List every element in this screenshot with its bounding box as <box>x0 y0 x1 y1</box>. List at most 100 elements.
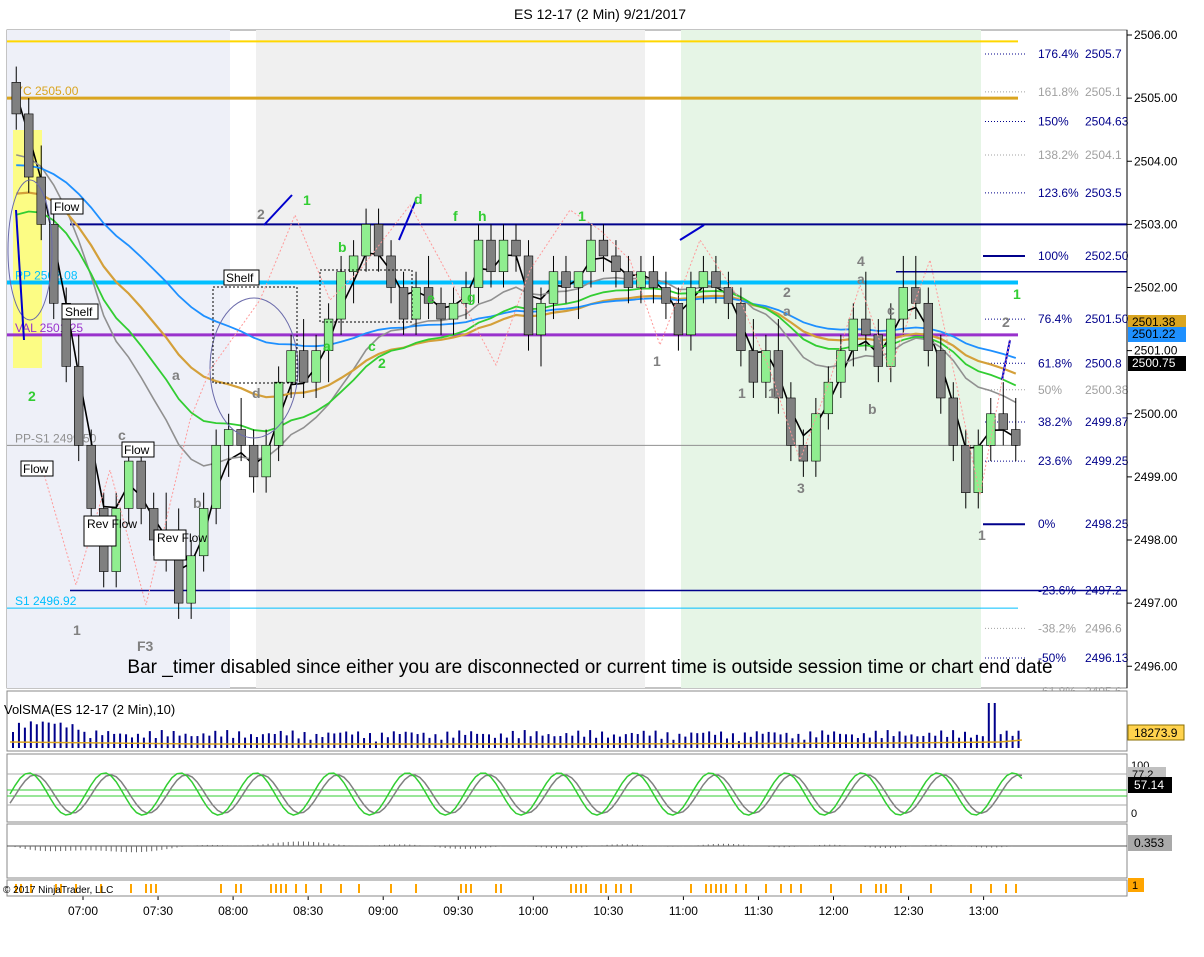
fib-price-2: 2504.63 <box>1085 114 1129 128</box>
volume-bar-141 <box>850 734 853 748</box>
event-tick-40 <box>705 884 707 893</box>
event-tick-25 <box>460 884 462 893</box>
candle-body-56 <box>711 271 721 288</box>
wave-1-green-2: 1 <box>578 208 586 224</box>
volume-bar-107 <box>648 735 651 748</box>
volume-bar-94 <box>571 735 574 748</box>
wave-1-green-3: 1 <box>1013 286 1021 302</box>
y-tick-label-7: 2499.00 <box>1134 470 1178 484</box>
candle-body-45 <box>573 271 584 288</box>
volume-bar-57 <box>351 734 354 748</box>
candle-body-57 <box>723 287 734 304</box>
volume-bar-105 <box>636 734 639 748</box>
wave-label-b-2: b <box>868 401 877 417</box>
flow-label-3: Flow <box>23 462 49 476</box>
event-tick-16 <box>280 884 282 893</box>
fib-pct-2: 150% <box>1038 114 1069 128</box>
volume-bar-90 <box>547 734 550 748</box>
volume-bar-110 <box>666 732 669 748</box>
volume-bar-168 <box>1011 735 1014 748</box>
wave-1-gray-3: 1 <box>738 385 746 401</box>
candle-body-50 <box>636 271 646 288</box>
y-tick-label-10: 2496.00 <box>1134 659 1178 673</box>
wave-2-green-2: 2 <box>378 355 386 371</box>
candle-body-21 <box>273 381 284 446</box>
volume-bar-95 <box>577 730 580 748</box>
event-tick-61 <box>1015 884 1017 893</box>
volume-bar-134 <box>809 731 812 748</box>
candle-body-68 <box>861 318 871 336</box>
candle-body-37 <box>473 239 484 288</box>
volume-bar-29 <box>184 733 187 748</box>
candle-body-76 <box>961 445 971 493</box>
volume-bar-155 <box>934 735 937 748</box>
candle-body-47 <box>598 239 609 257</box>
candle-body-34 <box>436 302 446 320</box>
volume-bar-30 <box>190 736 193 748</box>
rev-flow-label-2: Rev Flow <box>157 531 207 545</box>
volume-bar-87 <box>529 736 532 748</box>
volume-bar-80 <box>488 734 490 748</box>
volume-bar-115 <box>696 733 699 748</box>
candle-body-32 <box>411 287 421 320</box>
session-shade-green <box>681 30 981 688</box>
y-tick-label-1: 2505.00 <box>1134 91 1178 105</box>
wave-label-b: b <box>193 495 202 511</box>
candle-body-23 <box>298 350 309 383</box>
candle-body-5 <box>74 366 84 446</box>
volume-bar-35 <box>220 736 223 748</box>
volume-bar-63 <box>386 737 389 748</box>
wave-label-a-green: a <box>323 338 331 354</box>
volume-bar-18 <box>119 733 122 748</box>
volume-bar-92 <box>559 735 562 748</box>
volume-bar-127 <box>767 731 770 748</box>
candle-body-10 <box>136 460 146 509</box>
event-tick-15 <box>275 884 277 893</box>
flow-label-2: Flow <box>124 443 150 457</box>
volume-bar-112 <box>678 733 681 748</box>
candle-body-42 <box>536 302 546 336</box>
volume-bar-79 <box>482 733 485 748</box>
candle-body-69 <box>873 334 883 367</box>
x-tick-label-6: 10:00 <box>518 904 548 918</box>
event-tick-53 <box>875 884 877 893</box>
event-tick-14 <box>270 884 272 893</box>
candle-body-44 <box>561 271 571 288</box>
fib-pct-1: 161.8% <box>1038 85 1079 99</box>
chart-svg: ES 12-17 (2 Min) 9/21/2017 YC 2505.00 PP … <box>0 0 1204 952</box>
event-tick-59 <box>990 884 992 893</box>
event-tick-31 <box>575 884 577 893</box>
volume-bar-52 <box>321 737 324 748</box>
candle-body-48 <box>611 255 621 273</box>
event-tick-57 <box>930 884 932 893</box>
wave-label-c: c <box>118 427 126 443</box>
volume-bar-139 <box>839 733 842 748</box>
volume-bar-81 <box>493 737 496 748</box>
wave-1-gray-2: 1 <box>653 353 661 369</box>
volume-bar-55 <box>339 732 342 748</box>
volume-bar-162 <box>975 734 978 748</box>
level-label-0: YC 2505.00 <box>15 84 79 98</box>
volume-bar-153 <box>922 735 925 748</box>
candle-body-40 <box>511 239 521 257</box>
candle-body-66 <box>836 350 846 383</box>
event-tick-58 <box>970 884 972 893</box>
volume-bar-167 <box>1005 730 1008 748</box>
event-tick-19 <box>305 884 307 893</box>
y-tick-label-4: 2502.00 <box>1134 281 1178 295</box>
volume-bar-61 <box>374 741 377 748</box>
volume-bar-44 <box>273 733 276 748</box>
volume-bar-67 <box>410 732 413 748</box>
x-tick-label-12: 13:00 <box>969 904 999 918</box>
event-tick-35 <box>605 884 607 893</box>
fib-price-3: 2504.1 <box>1085 148 1122 162</box>
candle-body-14 <box>186 555 196 604</box>
event-tick-39 <box>690 884 692 893</box>
volume-bar-165 <box>993 703 996 748</box>
event-tick-26 <box>465 884 467 893</box>
y-tick-label-2: 2504.00 <box>1134 154 1178 168</box>
event-tick-60 <box>1005 884 1007 893</box>
event-tick-49 <box>790 884 792 893</box>
volume-bar-93 <box>565 733 568 748</box>
event-tick-44 <box>725 884 727 893</box>
